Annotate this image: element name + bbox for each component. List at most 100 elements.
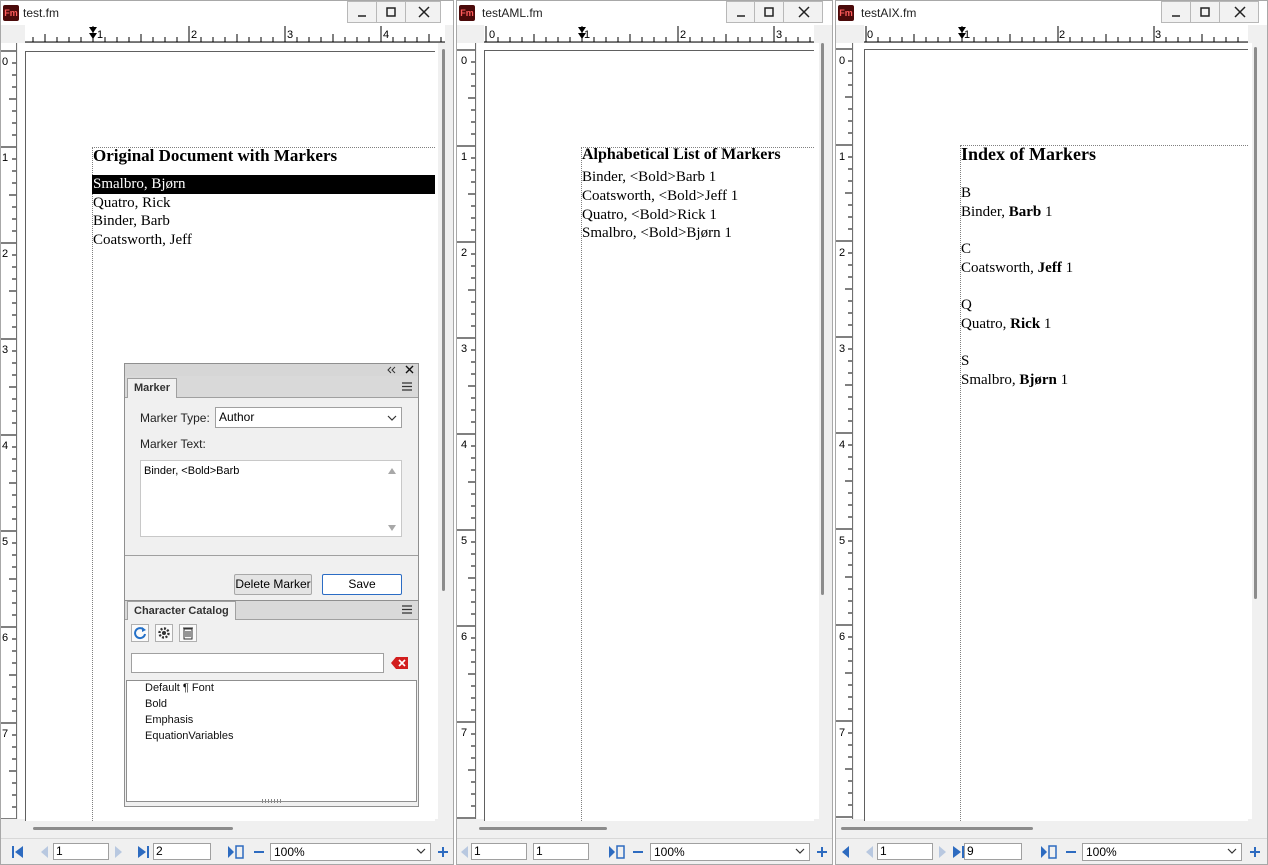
index-entry-page: 1: [1056, 372, 1069, 388]
page-number-field[interactable]: 1: [53, 843, 109, 860]
delete-marker-button[interactable]: Delete Marker: [234, 574, 312, 595]
list-item[interactable]: Default ¶ Font: [145, 682, 214, 694]
vertical-ruler[interactable]: 0 1 2 3 4 5 6 7: [836, 43, 853, 819]
text-line[interactable]: Binder, Barb: [93, 212, 170, 231]
next-page-icon[interactable]: [938, 845, 948, 859]
index-group-letter[interactable]: B: [961, 184, 971, 203]
minimize-button[interactable]: [1161, 1, 1191, 23]
index-group-letter[interactable]: Q: [961, 296, 972, 315]
index-entry-page: 1: [1041, 204, 1053, 220]
horizontal-scrollbar[interactable]: [33, 827, 233, 830]
list-item[interactable]: EquationVariables: [145, 730, 233, 742]
tab-marker[interactable]: Marker: [127, 378, 178, 398]
floating-panel: Marker Marker Type: Author Marker Text: …: [124, 363, 419, 807]
close-button[interactable]: [783, 1, 823, 23]
close-button[interactable]: [405, 1, 441, 23]
vertical-scrollbar[interactable]: [442, 49, 445, 591]
index-entry[interactable]: Smalbro, Bjørn 1: [961, 371, 1068, 390]
horizontal-scrollbar[interactable]: [841, 827, 1033, 830]
zoom-select[interactable]: 100%: [270, 843, 431, 861]
last-page-icon[interactable]: [137, 845, 151, 859]
document-heading[interactable]: Alphabetical List of Markers: [582, 146, 781, 164]
first-page-icon[interactable]: [840, 845, 850, 859]
page-number-field[interactable]: 1: [877, 843, 933, 860]
vertical-scrollbar[interactable]: [821, 43, 824, 595]
minimize-button[interactable]: [726, 1, 756, 23]
selected-text-line[interactable]: Smalbro, Bjørn: [92, 175, 435, 194]
minimize-button[interactable]: [347, 1, 377, 23]
page-number-field[interactable]: 1: [471, 843, 527, 860]
list-entry[interactable]: Smalbro, <Bold>Bjørn 1: [582, 224, 732, 243]
zoom-in-icon[interactable]: [1248, 845, 1262, 859]
index-group-letter[interactable]: S: [961, 352, 969, 371]
first-page-icon[interactable]: [11, 845, 25, 859]
document-heading[interactable]: Original Document with Markers: [93, 146, 337, 166]
close-panel-icon[interactable]: [405, 365, 415, 375]
go-to-page-icon[interactable]: [1040, 845, 1058, 859]
panel-title-bar[interactable]: [125, 364, 418, 376]
delete-unused-button[interactable]: [179, 624, 197, 642]
chevron-down-icon: [387, 415, 397, 421]
marker-text-area[interactable]: Binder, <Bold>Barb: [140, 460, 402, 537]
index-entry[interactable]: Quatro, Rick 1: [961, 315, 1051, 334]
index-entry[interactable]: Coatsworth, Jeff 1: [961, 259, 1073, 278]
zoom-in-icon[interactable]: [436, 845, 450, 859]
document-heading[interactable]: Index of Markers: [961, 144, 1096, 165]
ruler-label: 2: [191, 29, 197, 41]
text-line[interactable]: Coatsworth, Jeff: [93, 231, 192, 250]
zoom-select[interactable]: 100%: [650, 843, 810, 861]
index-entry[interactable]: Binder, Barb 1: [961, 203, 1053, 222]
list-entry[interactable]: Coatsworth, <Bold>Jeff 1: [582, 187, 738, 206]
clear-search-button[interactable]: [390, 655, 410, 671]
zoom-out-icon[interactable]: [631, 845, 645, 859]
list-entry[interactable]: Quatro, <Bold>Rick 1: [582, 206, 717, 225]
horizontal-scrollbar[interactable]: [479, 827, 607, 830]
list-entry[interactable]: Binder, <Bold>Barb 1: [582, 168, 716, 187]
vertical-scrollbar[interactable]: [1254, 47, 1257, 599]
character-format-list[interactable]: Default ¶ Font Bold Emphasis EquationVar…: [126, 680, 417, 802]
panel-menu-icon[interactable]: [401, 382, 413, 392]
zoom-out-icon[interactable]: [252, 845, 266, 859]
scroll-up-icon[interactable]: [387, 467, 397, 475]
horizontal-ruler[interactable]: 1 2 3 4: [25, 25, 445, 43]
horizontal-ruler[interactable]: 0 1 2 3: [864, 25, 1248, 43]
zoom-select[interactable]: 100%: [1082, 843, 1242, 861]
list-item[interactable]: Bold: [145, 698, 167, 710]
previous-page-icon[interactable]: [864, 845, 874, 859]
go-to-page-icon[interactable]: [227, 845, 245, 859]
scroll-down-icon[interactable]: [387, 524, 397, 532]
tab-character-catalog[interactable]: Character Catalog: [127, 601, 236, 620]
list-item[interactable]: Emphasis: [145, 714, 193, 726]
previous-page-icon[interactable]: [39, 845, 49, 859]
catalog-search-input[interactable]: [131, 653, 384, 673]
maximize-button[interactable]: [754, 1, 784, 23]
text-frame[interactable]: [581, 147, 814, 821]
close-button[interactable]: [1219, 1, 1259, 23]
settings-button[interactable]: [155, 624, 173, 642]
next-page-icon[interactable]: [114, 845, 124, 859]
previous-page-icon[interactable]: [459, 845, 469, 859]
index-group-letter[interactable]: C: [961, 240, 971, 259]
resize-grip[interactable]: [262, 799, 282, 803]
text-line[interactable]: Quatro, Rick: [93, 194, 170, 213]
vertical-ruler[interactable]: 0 1 2 3 4 5 6 7: [1, 43, 17, 819]
maximize-button[interactable]: [376, 1, 406, 23]
title-bar[interactable]: Fm testAML.fm: [457, 1, 832, 25]
zoom-in-icon[interactable]: [815, 845, 829, 859]
title-bar[interactable]: Fm testAIX.fm: [836, 1, 1267, 25]
horizontal-ruler[interactable]: 0 1 2 3: [484, 25, 814, 43]
text-frame[interactable]: [960, 145, 1248, 821]
index-entry-bold: Barb: [1008, 204, 1042, 220]
title-bar[interactable]: Fm test.fm: [1, 1, 453, 25]
refresh-button[interactable]: [131, 624, 149, 642]
marker-type-select[interactable]: Author: [215, 407, 402, 428]
panel-menu-icon[interactable]: [401, 605, 413, 615]
zoom-out-icon[interactable]: [1064, 845, 1078, 859]
maximize-button[interactable]: [1190, 1, 1220, 23]
window-title: test.fm: [23, 6, 60, 20]
ruler-label: 1: [97, 29, 103, 41]
save-button[interactable]: Save: [322, 574, 402, 595]
vertical-ruler[interactable]: 0 1 2 3 4 5 6 7: [457, 43, 476, 819]
collapse-panel-icon[interactable]: [387, 366, 397, 374]
go-to-page-icon[interactable]: [608, 845, 626, 859]
